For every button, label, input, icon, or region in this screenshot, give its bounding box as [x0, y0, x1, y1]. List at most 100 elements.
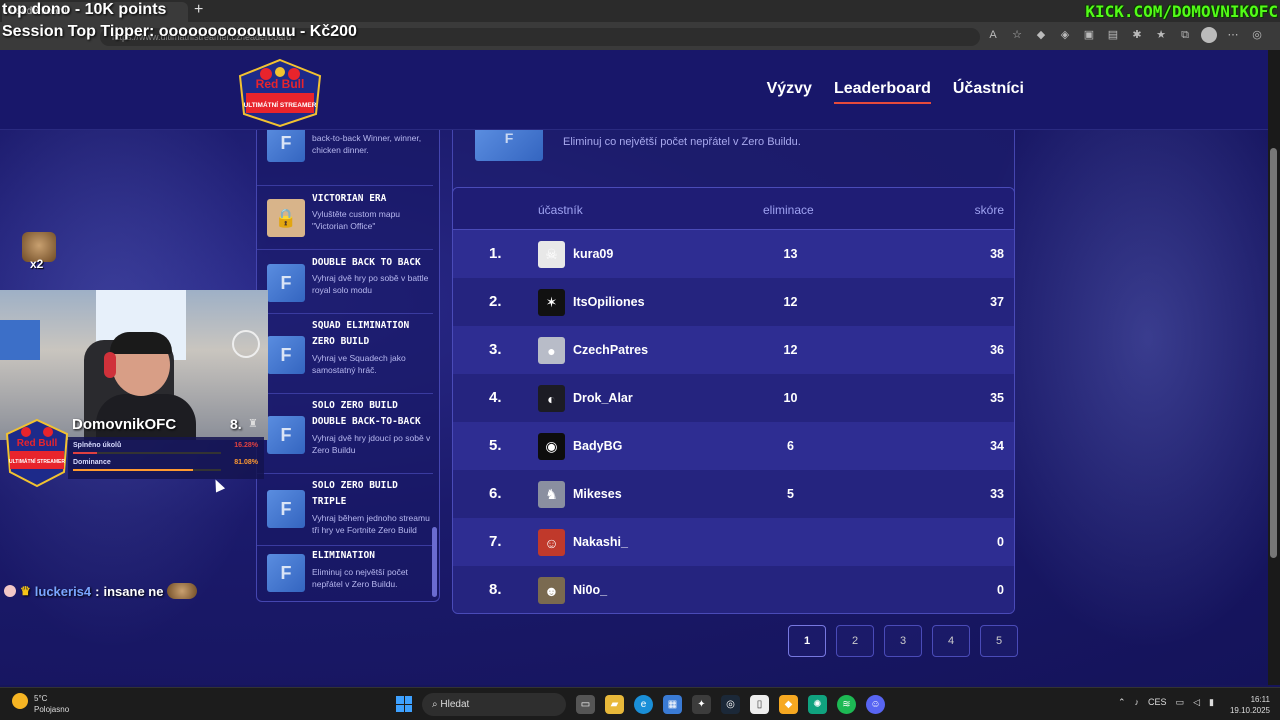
player-name[interactable]: CzechPatres — [573, 343, 648, 357]
taskbar-clock[interactable]: 16:11 19.10.2025 — [1228, 694, 1270, 716]
nav-ucastnici[interactable]: Účastníci — [953, 80, 1024, 104]
browser-toolbar: A ☆ ◆ ◈ ▣ ▤ ✱ ★ ⧉ ⋯ ◎ — [985, 27, 1265, 43]
network-icon[interactable]: ▭ — [1176, 697, 1185, 708]
player-avatar-icon[interactable]: ● — [538, 337, 565, 364]
table-row[interactable]: 3. ● CzechPatres 12 36 — [453, 326, 1014, 374]
challenge-desc: Vyluštěte custom mapu "Victorian Office" — [312, 209, 401, 231]
extension-icon[interactable]: ◆ — [1033, 27, 1049, 43]
challenge-item[interactable]: F DOUBLE BACK TO BACK Vyhraj dvě hry po … — [257, 250, 433, 314]
fortnite-thumb-icon: F — [267, 264, 305, 302]
taskbar-apps: ▭ ▰ e ▦ ✦ ◎ ▯ ◆ ✺ ≋ ☺ — [576, 695, 885, 714]
stat-dominance-bar — [73, 469, 221, 471]
player-score: 0 — [997, 535, 1004, 549]
extensions-puzzle-icon[interactable]: ✱ — [1129, 27, 1145, 43]
player-name[interactable]: BadyBG — [573, 439, 622, 453]
player-eliminations: 10 — [783, 391, 798, 405]
document-icon[interactable]: ▯ — [750, 695, 769, 714]
challenge-item[interactable]: F SOLO ZERO BUILD DOUBLE BACK-TO-BACK Vy… — [257, 394, 433, 474]
streamer-stats-panel: Splněno úkolů 16.28% Dominance 81.08% — [68, 437, 264, 479]
edge-browser-icon[interactable]: e — [634, 695, 653, 714]
red-bull-ultimatni-streamer-logo[interactable]: Red Bull ULTIMÁTNÍ STREAMER — [236, 58, 324, 128]
task-view-icon[interactable]: ▭ — [576, 695, 595, 714]
player-avatar-icon[interactable]: ♞ — [538, 481, 565, 508]
weather-widget[interactable]: 5°C Polojasno — [12, 693, 69, 715]
extension-icon[interactable]: ▤ — [1105, 27, 1121, 43]
language-indicator[interactable]: CES — [1148, 697, 1167, 708]
nav-leaderboard[interactable]: Leaderboard — [833, 80, 931, 104]
table-row[interactable]: 2. ✶ ItsOpiliones 12 37 — [453, 278, 1014, 326]
player-name[interactable]: ItsOpiliones — [573, 295, 645, 309]
new-tab-icon[interactable]: + — [194, 1, 203, 19]
microphone-icon[interactable]: ♪ — [1135, 697, 1140, 708]
row-rank: 2. — [489, 293, 502, 310]
windows-start-icon[interactable] — [396, 696, 412, 712]
favorite-star-icon[interactable]: ☆ — [1009, 27, 1025, 43]
row-rank: 8. — [489, 581, 502, 598]
player-eliminations: 12 — [783, 343, 798, 357]
app-icon[interactable]: ◆ — [779, 695, 798, 714]
challenge-item[interactable]: 🔒 VICTORIAN ERA Vyluštěte custom mapu "V… — [257, 186, 433, 250]
table-row[interactable]: 4. ◐ Drok_Alar 10 35 — [453, 374, 1014, 422]
table-row[interactable]: 8. ☻ Ni0o_ 0 — [453, 566, 1014, 613]
challenge-item-active[interactable]: F ELIMINATION Eliminuj co největší počet… — [257, 546, 433, 601]
logo-brand-text: Red Bull — [256, 77, 305, 91]
player-avatar-icon[interactable]: ☺ — [538, 529, 565, 556]
page-5-button[interactable]: 5 — [980, 625, 1018, 657]
keyhole-thumb-icon: 🔒 — [267, 199, 305, 237]
table-row[interactable]: 7. ☺ Nakashi_ 0 — [453, 518, 1014, 566]
taskbar-search-input[interactable]: ⌕ Hledat — [422, 693, 566, 716]
player-avatar-icon[interactable]: ◐ — [538, 385, 565, 412]
player-name[interactable]: Mikeses — [573, 487, 622, 501]
clock-date: 19.10.2025 — [1229, 706, 1270, 715]
table-row[interactable]: 5. ◉ BadyBG 6 34 — [453, 422, 1014, 470]
spotify-icon[interactable]: ≋ — [837, 695, 856, 714]
nav-vyzvy[interactable]: Výzvy — [767, 80, 812, 104]
page-2-button[interactable]: 2 — [836, 625, 874, 657]
overlay-logo-brand-text: Red Bull — [17, 438, 58, 449]
player-name[interactable]: Drok_Alar — [573, 391, 633, 405]
player-avatar-icon[interactable]: ☠ — [538, 241, 565, 268]
favorites-icon[interactable]: ★ — [1153, 27, 1169, 43]
store-icon[interactable]: ▦ — [663, 695, 682, 714]
row-rank: 3. — [489, 341, 502, 358]
page-4-button[interactable]: 4 — [932, 625, 970, 657]
collections-icon[interactable]: ⧉ — [1177, 27, 1193, 43]
clock-time: 16:11 — [1250, 695, 1270, 704]
discord-icon[interactable]: ☺ — [866, 695, 885, 714]
player-eliminations: 13 — [783, 247, 798, 261]
extension-icon[interactable]: ◈ — [1057, 27, 1073, 43]
profile-avatar-icon[interactable] — [1201, 27, 1217, 43]
extension-icon[interactable]: ▣ — [1081, 27, 1097, 43]
copilot-icon[interactable]: ◎ — [1249, 27, 1265, 43]
page-scrollbar-thumb[interactable] — [1270, 148, 1277, 558]
battery-icon[interactable]: ▮ — [1209, 697, 1214, 708]
player-avatar-icon[interactable]: ◉ — [538, 433, 565, 460]
read-aloud-icon[interactable]: A — [985, 27, 1001, 43]
challenge-item[interactable]: F SOLO ZERO BUILD TRIPLE Vyhraj během je… — [257, 474, 433, 546]
player-name[interactable]: Nakashi_ — [573, 535, 628, 549]
page-1-button[interactable]: 1 — [788, 625, 826, 657]
streamer-rank: 8. — [230, 416, 242, 432]
volume-icon[interactable]: ◁ — [1193, 697, 1200, 708]
page-3-button[interactable]: 3 — [884, 625, 922, 657]
system-tray: ⌃ ♪ CES ▭ ◁ ▮ — [1118, 697, 1214, 708]
menu-dots-icon[interactable]: ⋯ — [1225, 27, 1241, 43]
game-app-icon[interactable]: ✦ — [692, 695, 711, 714]
table-row[interactable]: 1. ☠ kura09 13 38 — [453, 230, 1014, 278]
tray-chevron-icon[interactable]: ⌃ — [1118, 697, 1126, 708]
chat-text: insane ne — [103, 583, 164, 599]
player-avatar-icon[interactable]: ✶ — [538, 289, 565, 316]
weather-desc: Polojasno — [34, 705, 70, 714]
trophy-icon: ♜ — [248, 418, 258, 430]
player-name[interactable]: kura09 — [573, 247, 613, 261]
player-score: 35 — [990, 391, 1004, 405]
challenge-list-scrollbar[interactable] — [432, 527, 437, 597]
steam-icon[interactable]: ◎ — [721, 695, 740, 714]
challenge-item[interactable]: F back-to-back Winner, winner, chicken d… — [257, 130, 433, 186]
chatgpt-icon[interactable]: ✺ — [808, 695, 827, 714]
player-avatar-icon[interactable]: ☻ — [538, 577, 565, 604]
table-row[interactable]: 6. ♞ Mikeses 5 33 — [453, 470, 1014, 518]
player-name[interactable]: Ni0o_ — [573, 583, 607, 597]
challenge-item[interactable]: F SQUAD ELIMINATION ZERO BUILD Vyhraj ve… — [257, 314, 433, 394]
file-explorer-icon[interactable]: ▰ — [605, 695, 624, 714]
